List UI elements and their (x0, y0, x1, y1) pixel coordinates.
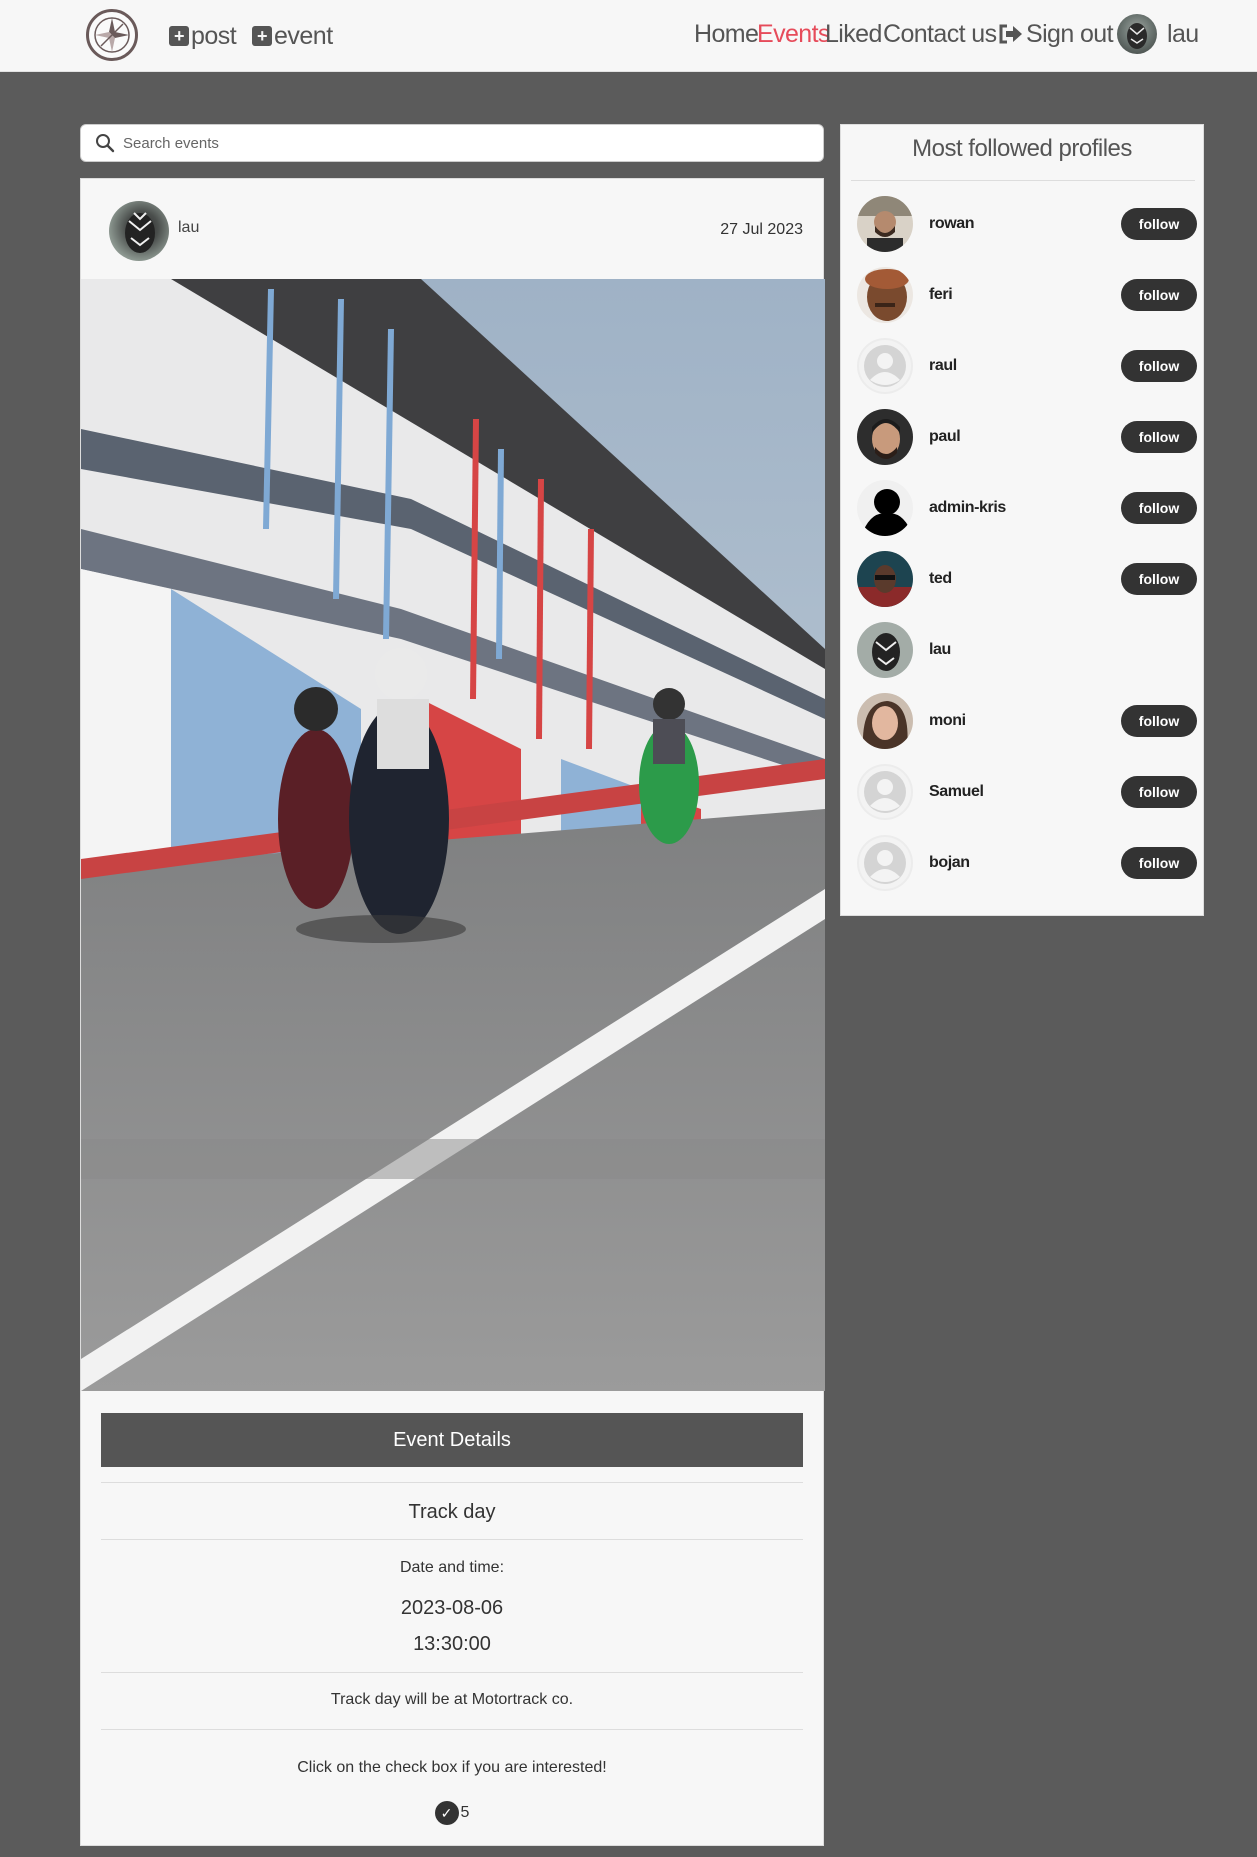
divider (851, 180, 1195, 181)
nav-events[interactable]: Events (757, 16, 830, 52)
search-icon (96, 134, 115, 153)
add-event-label: event (274, 21, 333, 50)
profile-avatar[interactable] (857, 409, 913, 465)
follow-button[interactable]: follow (1121, 776, 1197, 808)
plus-square-icon: + (169, 26, 189, 46)
nav-signout[interactable]: Sign out (998, 16, 1114, 52)
compass-logo-icon[interactable] (86, 9, 138, 61)
user-avatar (1117, 14, 1157, 54)
divider (101, 1539, 803, 1540)
most-followed-sidebar: Most followed profiles rowan follow feri… (840, 124, 1204, 916)
follow-button[interactable]: follow (1121, 705, 1197, 737)
follow-button[interactable]: follow (1121, 563, 1197, 595)
signout-label: Sign out (1026, 19, 1114, 48)
profile-item: raul follow (857, 337, 1197, 395)
add-post-label: post (191, 21, 237, 50)
follow-button[interactable]: follow (1121, 492, 1197, 524)
profile-avatar[interactable] (857, 480, 913, 536)
nav-liked[interactable]: Liked (825, 16, 882, 52)
default-avatar-icon[interactable] (857, 338, 913, 394)
follow-button[interactable]: follow (1121, 208, 1197, 240)
interest-row: ✓ 5 (101, 1799, 803, 1827)
event-time: 13:30:00 (413, 1633, 491, 1655)
profile-name[interactable]: ted (929, 570, 952, 588)
follow-button[interactable]: follow (1121, 279, 1197, 311)
profile-avatar[interactable] (857, 196, 913, 252)
event-details-button[interactable]: Event Details (101, 1413, 803, 1467)
nav-contact[interactable]: Contact us (883, 16, 997, 52)
nav-profile[interactable]: lau (1117, 14, 1199, 54)
plus-square-icon: + (252, 26, 272, 46)
profile-avatar[interactable] (857, 693, 913, 749)
divider (101, 1672, 803, 1673)
profile-name[interactable]: admin-kris (929, 499, 1006, 517)
profile-item: ted follow (857, 550, 1197, 608)
profile-avatar[interactable] (857, 622, 913, 678)
follow-button[interactable]: follow (1121, 847, 1197, 879)
profile-name[interactable]: paul (929, 428, 961, 446)
profile-name[interactable]: lau (929, 641, 951, 659)
follow-button[interactable]: follow (1121, 350, 1197, 382)
follow-button[interactable]: follow (1121, 421, 1197, 453)
profile-item: feri follow (857, 266, 1197, 324)
divider (101, 1482, 803, 1483)
profile-item: moni follow (857, 692, 1197, 750)
profile-name[interactable]: rowan (929, 215, 975, 233)
profile-item: rowan follow (857, 195, 1197, 253)
sidebar-title: Most followed profiles (912, 135, 1132, 162)
interest-prompt: Click on the check box if you are intere… (297, 1759, 607, 1776)
profile-item: Samuel follow (857, 763, 1197, 821)
profile-name[interactable]: feri (929, 286, 953, 304)
profile-name[interactable]: bojan (929, 854, 970, 872)
default-avatar-icon[interactable] (857, 835, 913, 891)
profile-name[interactable]: Samuel (929, 783, 984, 801)
event-title: Track day (408, 1501, 496, 1523)
profile-name[interactable]: moni (929, 712, 966, 730)
default-avatar-icon[interactable] (857, 764, 913, 820)
author-name[interactable]: lau (178, 219, 199, 237)
add-event-link[interactable]: + event (252, 20, 333, 52)
check-circle-icon[interactable]: ✓ (434, 1801, 459, 1825)
profile-item: bojan follow (857, 834, 1197, 892)
profile-item: lau (857, 621, 1197, 679)
nav-home[interactable]: Home (694, 16, 759, 52)
profile-avatar[interactable] (857, 551, 913, 607)
datetime-label: Date and time: (399, 1559, 505, 1576)
sign-out-icon (999, 24, 1022, 44)
profile-item: paul follow (857, 408, 1197, 466)
event-post-card: lau 27 Jul 2023 Event Details Track day … (80, 178, 825, 1846)
nav-username: lau (1167, 19, 1199, 48)
event-image[interactable] (81, 279, 825, 1391)
navbar: + post + event Home Events Liked Contact… (0, 0, 1257, 72)
divider (101, 1729, 803, 1730)
event-description: Track day will be at Motortrack co. (330, 1691, 574, 1708)
search-input[interactable] (123, 134, 723, 152)
event-date: 2023-08-06 (400, 1597, 504, 1619)
profile-item: admin-kris follow (857, 479, 1197, 537)
post-date: 27 Jul 2023 (720, 221, 803, 238)
author-avatar[interactable] (109, 201, 169, 261)
interest-count: 5 (460, 1804, 470, 1821)
add-post-link[interactable]: + post (169, 20, 237, 52)
search-bar[interactable] (80, 124, 824, 162)
profile-name[interactable]: raul (929, 357, 957, 375)
profile-avatar[interactable] (857, 267, 913, 323)
